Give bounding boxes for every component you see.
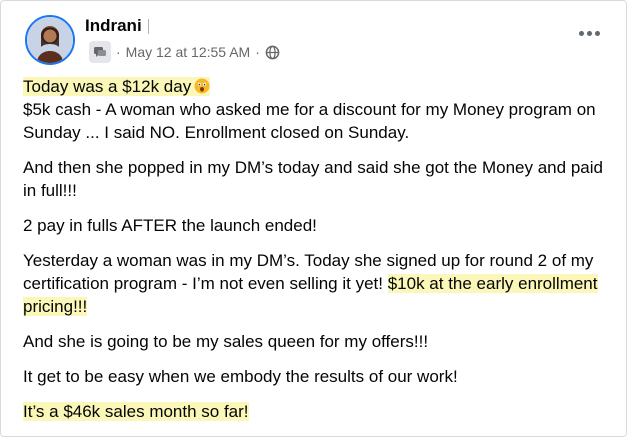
globe-icon[interactable]: [265, 45, 280, 60]
highlight-12k-day: Today was a $12k day: [23, 77, 211, 96]
post-body: Today was a $12k day $5k cash - A woman w…: [23, 75, 613, 435]
paragraph-7: It’s a $46k sales month so far!: [23, 400, 613, 423]
post-timestamp[interactable]: May 12 at 12:55 AM: [126, 44, 251, 60]
more-options-icon[interactable]: [574, 23, 604, 43]
dot: [586, 30, 592, 36]
post-meta: · May 12 at 12:55 AM ·: [89, 41, 280, 63]
paragraph-2: And then she popped in my DM’s today and…: [23, 158, 603, 200]
group-chat-icon[interactable]: [89, 41, 111, 63]
discount-story: $5k cash - A woman who asked me for a di…: [23, 100, 596, 142]
dot: [578, 30, 584, 36]
highlight-46k-month: It’s a $46k sales month so far!: [23, 402, 249, 421]
paragraph-3: 2 pay in fulls AFTER the launch ended!: [23, 216, 317, 235]
paragraph-1: Today was a $12k day $5k cash - A woman w…: [23, 75, 613, 144]
highlight-text: Today was a $12k day: [23, 77, 192, 96]
facebook-post: Indrani · May 12 at 12:55 AM · Today was…: [0, 0, 627, 437]
shocked-face-emoji: [194, 78, 210, 94]
paragraph-4: Yesterday a woman was in my DM’s. Today …: [23, 249, 613, 318]
paragraph-6: It get to be easy when we embody the res…: [23, 367, 458, 386]
text-cursor: [147, 18, 149, 34]
author-name[interactable]: Indrani: [85, 16, 142, 36]
dot: [594, 30, 600, 36]
author-row: Indrani: [85, 15, 149, 37]
meta-separator: ·: [116, 44, 121, 60]
meta-separator-2: ·: [255, 44, 260, 60]
avatar-image: [27, 17, 73, 63]
author-avatar[interactable]: [25, 15, 75, 65]
paragraph-5: And she is going to be my sales queen fo…: [23, 332, 429, 351]
